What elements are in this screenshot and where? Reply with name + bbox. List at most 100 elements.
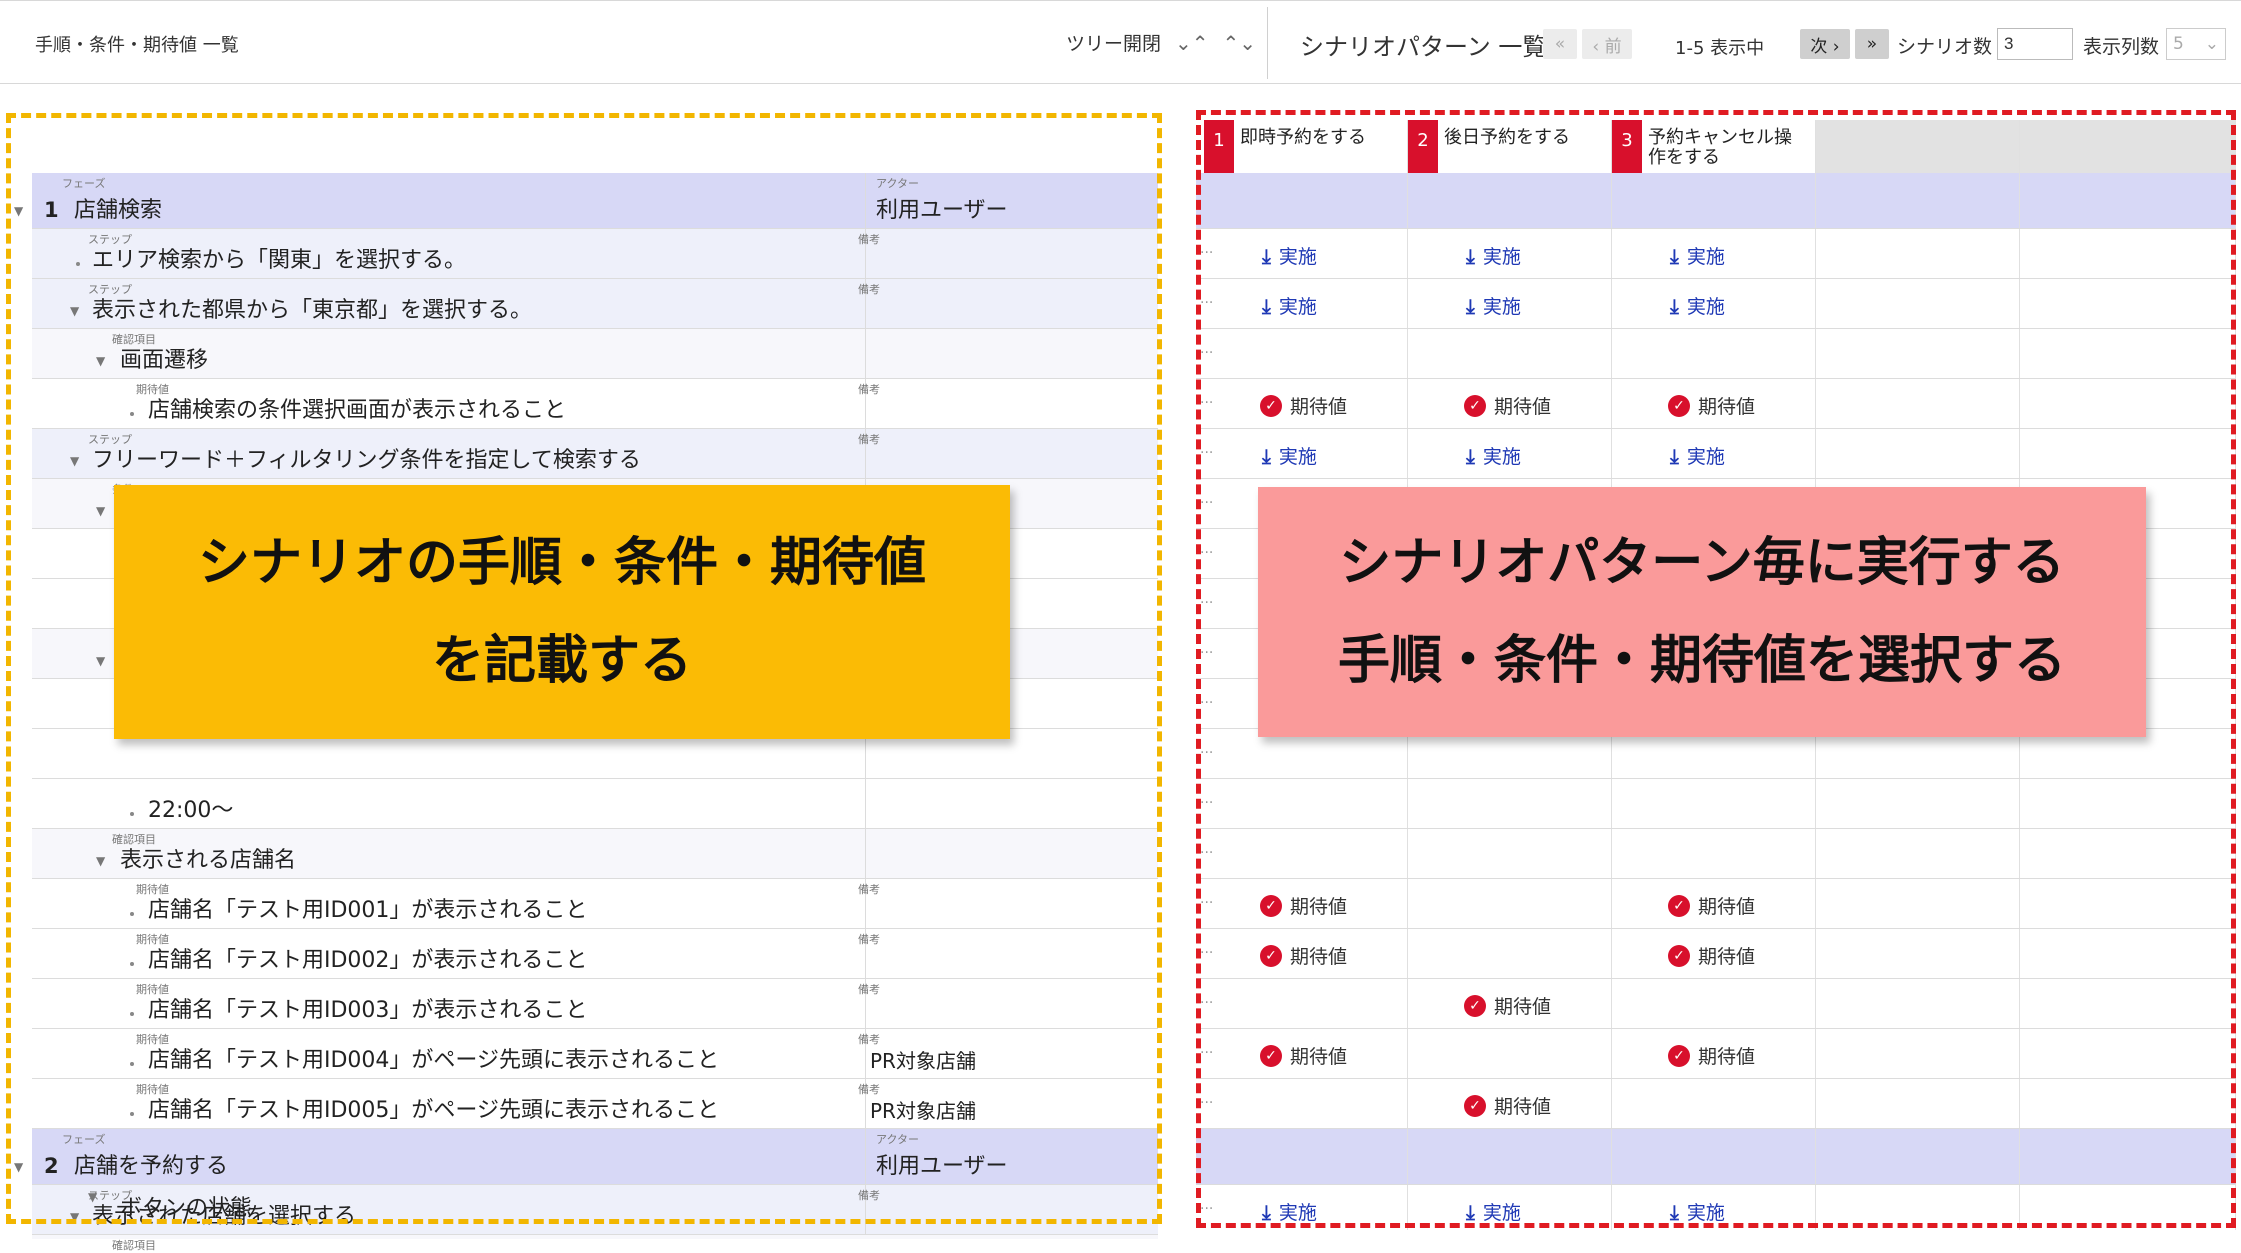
scenario-cell[interactable]	[1204, 829, 1408, 878]
step-row[interactable]: ▼ ステップ フリーワード＋フィルタリング条件を指定して検索する 備考 ···	[32, 429, 1213, 479]
scenario-cell[interactable]: ✓ 期待値	[1612, 929, 1816, 978]
scenario-cell[interactable]	[2020, 229, 2236, 278]
expected-row[interactable]: 期待値 店舗検索の条件選択画面が表示されること 備考 ···	[32, 379, 1213, 429]
scenario-cell[interactable]	[1408, 329, 1612, 378]
scenario-cell[interactable]: ✓ 期待値	[1204, 1029, 1408, 1078]
scenario-cell[interactable]	[1612, 779, 1816, 828]
column-count-select[interactable]: 5 ⌄	[2166, 28, 2226, 60]
check-item-row[interactable]: ▼ 確認項目 画面遷移 ···	[32, 329, 1213, 379]
execute-mark[interactable]: ⤓ 実施	[1466, 1198, 1521, 1225]
scenario-cell[interactable]: ⤓ 実施	[1204, 279, 1408, 328]
step-row[interactable]: ステップ エリア検索から「関東」を選択する。 備考 ···	[32, 229, 1213, 279]
scenario-cell[interactable]	[1612, 173, 1816, 228]
scenario-cell[interactable]	[1816, 1029, 2020, 1078]
check-item-row[interactable]: ▼ 確認項目 表示される店舗名 ···	[32, 829, 1213, 879]
scenario-cell[interactable]	[1816, 279, 2020, 328]
scenario-cell[interactable]	[1816, 1129, 2020, 1184]
scenario-cell[interactable]	[1204, 329, 1408, 378]
scenario-cell[interactable]: ✓ 期待値	[1612, 879, 1816, 928]
first-page-button[interactable]: «	[1543, 29, 1577, 59]
step-row[interactable]: ▼ ステップ 表示された都県から「東京都」を選択する。 備考 ···	[32, 279, 1213, 329]
scenario-cell[interactable]: ⤓ 実施	[1408, 229, 1612, 278]
caret-down-icon[interactable]: ▼	[96, 854, 105, 868]
scenario-cell[interactable]	[1816, 429, 2020, 478]
expected-mark[interactable]: ✓ 期待値	[1668, 942, 1755, 969]
scenario-cell[interactable]	[1612, 1129, 1816, 1184]
scenario-cell[interactable]	[1816, 1079, 2020, 1128]
scenario-cell[interactable]: ⤓ 実施	[1612, 229, 1816, 278]
scenario-cell[interactable]	[1816, 979, 2020, 1028]
execute-mark[interactable]: ⤓ 実施	[1262, 292, 1317, 319]
expected-row[interactable]: 期待値 店舗名「テスト用ID001」が表示されること 備考 ···	[32, 879, 1213, 929]
expected-mark[interactable]: ✓ 期待値	[1260, 942, 1347, 969]
check-item-row[interactable]: 確認項目	[32, 1235, 1158, 1252]
scenario-cell[interactable]	[1816, 1185, 2020, 1230]
scenario-cell[interactable]: ⤓ 実施	[1612, 1185, 1816, 1230]
scenario-cell[interactable]: ⤓ 実施	[1612, 429, 1816, 478]
scenario-cell[interactable]	[1204, 173, 1408, 228]
scenario-cell[interactable]: ✓ 期待値	[1612, 1029, 1816, 1078]
scenario-cell[interactable]	[1204, 779, 1408, 828]
execute-mark[interactable]: ⤓ 実施	[1466, 442, 1521, 469]
scenario-cell[interactable]	[1612, 329, 1816, 378]
scenario-cell[interactable]	[1816, 929, 2020, 978]
caret-down-icon[interactable]: ▼	[96, 504, 105, 518]
scenario-cell[interactable]	[1816, 779, 2020, 828]
expected-mark[interactable]: ✓ 期待値	[1260, 392, 1347, 419]
scenario-cell[interactable]: ⤓ 実施	[1408, 279, 1612, 328]
expected-row[interactable]: 期待値 店舗名「テスト用ID003」が表示されること 備考 ···	[32, 979, 1213, 1029]
scenario-cell[interactable]	[2020, 279, 2236, 328]
scenario-cell[interactable]	[2020, 379, 2236, 428]
expected-mark[interactable]: ✓ 期待値	[1668, 1042, 1755, 1069]
scenario-cell[interactable]	[1816, 379, 2020, 428]
scenario-cell[interactable]: ⤓ 実施	[1204, 429, 1408, 478]
caret-down-icon[interactable]: ▼	[96, 354, 105, 368]
last-page-button[interactable]: »	[1855, 29, 1889, 59]
condition-row[interactable]: 22:00〜 ···	[32, 779, 1213, 829]
expected-row[interactable]: 期待値 店舗名「テスト用ID004」がページ先頭に表示されること 備考 PR対象…	[32, 1029, 1213, 1079]
scenario-cell[interactable]	[2020, 1079, 2236, 1128]
caret-down-icon[interactable]: ▼	[88, 1190, 97, 1204]
scenario-cell[interactable]	[2020, 1185, 2236, 1230]
execute-mark[interactable]: ⤓ 実施	[1670, 242, 1725, 269]
scenario-cell[interactable]	[2020, 1029, 2236, 1078]
scenario-cell[interactable]	[1204, 1129, 1408, 1184]
execute-mark[interactable]: ⤓ 実施	[1262, 242, 1317, 269]
scenario-cell[interactable]	[2020, 829, 2236, 878]
scenario-cell[interactable]: ⤓ 実施	[1204, 1185, 1408, 1230]
scenario-cell[interactable]	[1816, 229, 2020, 278]
expected-mark[interactable]: ✓ 期待値	[1464, 1092, 1551, 1119]
prev-page-button[interactable]: ‹ 前	[1582, 29, 1632, 59]
scenario-cell[interactable]	[1816, 329, 2020, 378]
expected-mark[interactable]: ✓ 期待値	[1260, 1042, 1347, 1069]
scenario-cell[interactable]: ✓ 期待値	[1408, 379, 1612, 428]
execute-mark[interactable]: ⤓ 実施	[1262, 1198, 1317, 1225]
scenario-cell[interactable]: ⤓ 実施	[1408, 1185, 1612, 1230]
scenario-cell[interactable]	[2020, 329, 2236, 378]
phase-row[interactable]: ▼ フェーズ 1 店舗検索 アクター 利用ユーザー ···	[14, 173, 1213, 229]
scenario-cell[interactable]: ✓ 期待値	[1408, 1079, 1612, 1128]
scenario-cell[interactable]	[1408, 1029, 1612, 1078]
scenario-cell[interactable]	[2020, 429, 2236, 478]
execute-mark[interactable]: ⤓ 実施	[1466, 292, 1521, 319]
execute-mark[interactable]: ⤓ 実施	[1670, 1198, 1725, 1225]
scenario-cell[interactable]	[2020, 1129, 2236, 1184]
scenario-cell[interactable]	[1408, 829, 1612, 878]
scenario-cell[interactable]	[2020, 979, 2236, 1028]
expected-row[interactable]: 期待値 店舗名「テスト用ID005」がページ先頭に表示されること 備考 PR対象…	[32, 1079, 1213, 1129]
scenario-cell[interactable]: ⤓ 実施	[1204, 229, 1408, 278]
scenario-cell[interactable]: ⤓ 実施	[1612, 279, 1816, 328]
execute-mark[interactable]: ⤓ 実施	[1670, 292, 1725, 319]
caret-down-icon[interactable]: ▼	[14, 204, 23, 218]
scenario-cell[interactable]: ✓ 期待値	[1204, 379, 1408, 428]
expand-icon[interactable]: ⌃⌄	[1223, 31, 1257, 55]
caret-down-icon[interactable]: ▼	[70, 304, 79, 318]
scenario-cell[interactable]	[1408, 1129, 1612, 1184]
caret-down-icon[interactable]: ▼	[96, 654, 105, 668]
scenario-cell[interactable]: ✓ 期待値	[1612, 379, 1816, 428]
scenario-cell[interactable]	[1612, 979, 1816, 1028]
execute-mark[interactable]: ⤓ 実施	[1466, 242, 1521, 269]
expected-mark[interactable]: ✓ 期待値	[1668, 392, 1755, 419]
scenario-cell[interactable]	[2020, 779, 2236, 828]
scenario-cell[interactable]: ✓ 期待値	[1204, 929, 1408, 978]
